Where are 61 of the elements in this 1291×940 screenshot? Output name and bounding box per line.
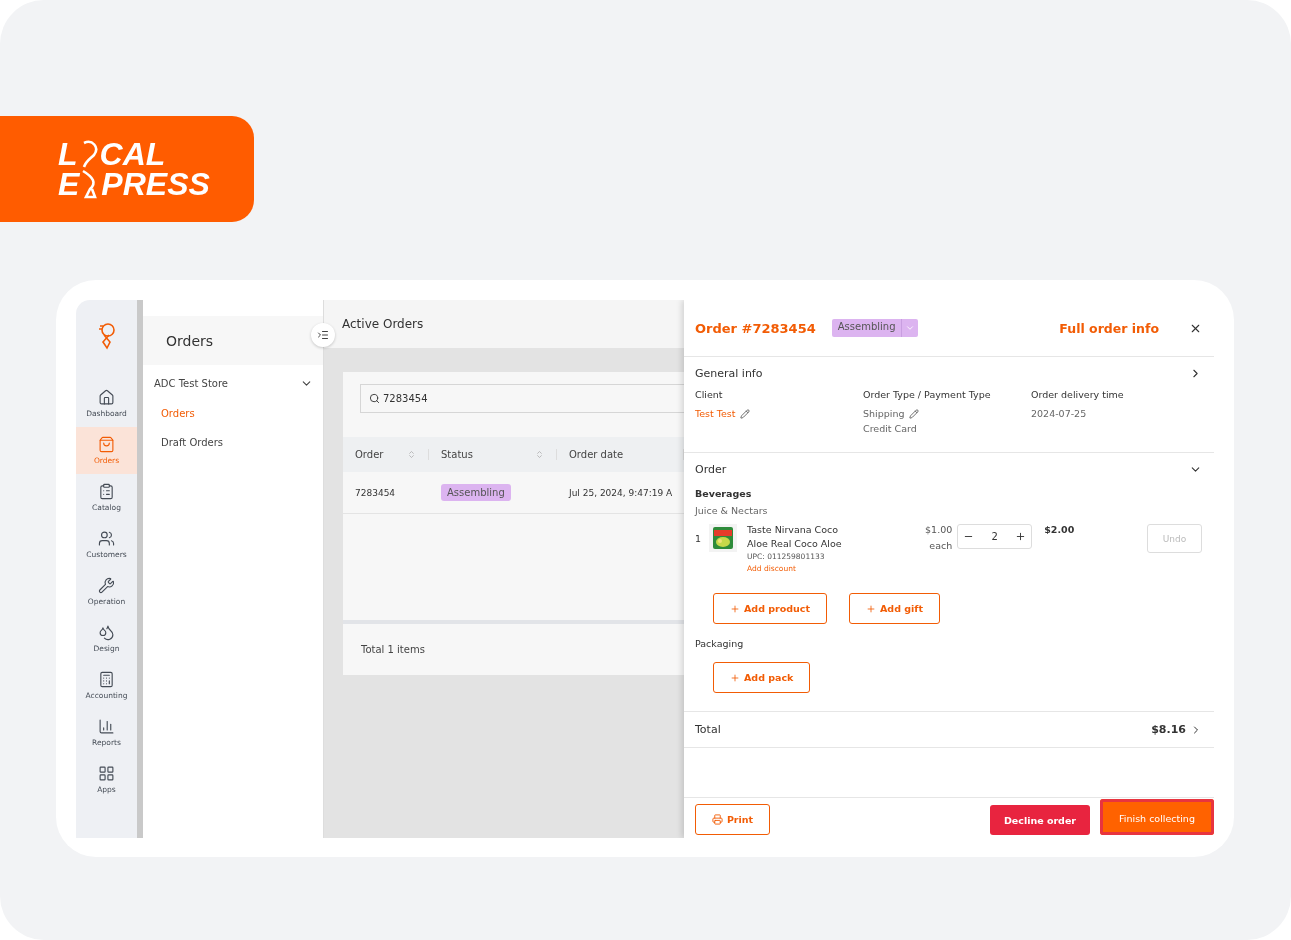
sort-icon <box>407 450 416 459</box>
field-value: Shipping <box>863 408 905 419</box>
total-label: Total <box>695 723 721 736</box>
plus-icon <box>730 672 740 683</box>
subcategory-title: Juice & Nectars <box>695 505 769 516</box>
status-dropdown[interactable]: Assembling <box>831 319 919 337</box>
status-badge: Assembling <box>441 484 511 501</box>
logo-text: L <box>58 139 78 169</box>
product-name: Aloe Real Coco Aloe <box>747 538 843 549</box>
field-label: Order delivery time <box>1031 389 1125 400</box>
table-cell-text: Jul 25, 2024, 9:47:19 A <box>567 487 674 498</box>
pencil-icon[interactable] <box>740 408 751 419</box>
section-subtitle: Packaging <box>695 638 745 649</box>
line-total: $2.00 <box>1044 524 1075 535</box>
total-count: Total 1 items <box>361 644 425 655</box>
item-index: 1 <box>695 533 702 544</box>
field-label: Client <box>695 389 724 400</box>
plus-icon <box>866 603 876 614</box>
chevron-down-icon <box>905 323 916 333</box>
people-icon <box>98 530 115 547</box>
page-title: Active Orders <box>342 317 424 331</box>
decline-order-button[interactable]: Decline order <box>990 805 1090 835</box>
sort-icon <box>535 450 544 459</box>
bar-chart-icon <box>98 718 115 735</box>
order-title: Order #7283454 <box>695 320 816 336</box>
logo-text: PRESS <box>101 169 210 199</box>
printer-icon <box>711 814 723 825</box>
logo-icon <box>97 322 116 350</box>
total-value: $8.16 <box>1151 723 1186 736</box>
store-selector[interactable]: ADC Test Store <box>143 365 323 390</box>
plus-icon[interactable] <box>1015 531 1027 542</box>
field-value: 2024-07-25 <box>1031 408 1087 419</box>
plus-icon <box>730 603 740 614</box>
sidebar-title: Orders <box>166 332 214 349</box>
table-row[interactable]: 7283454 Assembling Jul 25, 2024, 9:47:19 A <box>343 472 684 514</box>
search-icon <box>369 393 380 404</box>
logo-text: CAL <box>99 139 166 169</box>
wrench-icon <box>98 577 115 594</box>
quantity-stepper[interactable]: 2 <box>957 524 1033 549</box>
indent-icon <box>317 329 329 341</box>
product-name: Taste Nirvana Coco <box>747 524 840 535</box>
home-icon <box>98 389 115 406</box>
clipboard-icon <box>98 483 115 500</box>
column-header[interactable]: Order <box>343 449 429 460</box>
unit-price: $1.00 <box>925 524 953 535</box>
section-title: General info <box>695 367 763 380</box>
section-title: Order <box>695 463 727 476</box>
calculator-icon <box>98 671 115 688</box>
search-field[interactable]: 7283454 <box>360 384 684 413</box>
droplets-icon <box>98 624 115 641</box>
grid-icon <box>98 765 115 782</box>
category-title: Beverages <box>695 488 753 499</box>
table-cell-text: 7283454 <box>354 487 397 498</box>
logo-text: E <box>58 169 80 199</box>
sidebar-item[interactable]: Draft Orders <box>143 437 323 448</box>
unit-label: each <box>929 540 953 551</box>
field-label: Order Type / Payment Type <box>863 389 992 400</box>
field-value: Credit Card <box>863 423 917 434</box>
column-header[interactable]: Status <box>429 449 557 460</box>
bag-icon <box>98 436 115 453</box>
pencil-icon[interactable] <box>909 408 920 419</box>
